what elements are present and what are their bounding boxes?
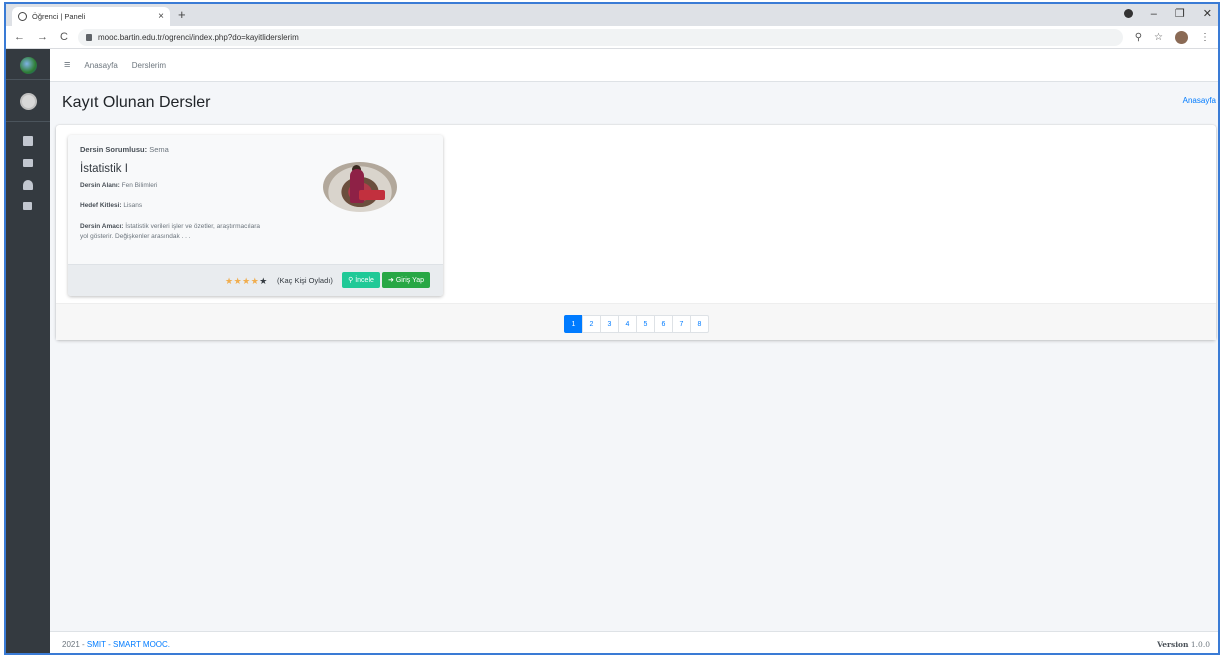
page-link-8[interactable]: 8: [690, 315, 709, 333]
record-icon[interactable]: [1123, 9, 1133, 18]
tab-bar: Öğrenci | Paneli × + – ❐ ✕: [6, 4, 1218, 26]
minimize-icon[interactable]: –: [1151, 8, 1157, 20]
page-link-5[interactable]: 5: [636, 315, 655, 333]
course-card-footer: ★★★★★ (Kaç Kişi Oyladı) ⚲ İncele ➜ Giriş Y…: [68, 264, 443, 296]
inspect-button[interactable]: ⚲ İncele: [342, 272, 380, 288]
nav-link-courses[interactable]: Derslerim: [132, 61, 166, 70]
course-audience: Hedef Kitlesi: Lisans: [80, 202, 143, 209]
star-empty-icon: ★: [259, 276, 268, 286]
pagination: 12345678: [564, 315, 709, 333]
page-title: Kayıt Olunan Dersler: [62, 94, 211, 111]
page-link-2[interactable]: 2: [582, 315, 601, 333]
course-card: Dersin Sorumlusu: Sema İstatistik I Ders…: [68, 135, 443, 296]
main-sidebar: [6, 49, 50, 653]
version-info: Version 1.0.0: [1157, 640, 1210, 649]
users-icon[interactable]: [23, 180, 33, 190]
page-link-3[interactable]: 3: [600, 315, 619, 333]
hamburger-menu-icon[interactable]: ≡: [64, 59, 70, 71]
courses-card: Dersin Sorumlusu: Sema İstatistik I Ders…: [56, 125, 1216, 340]
tab-title: Öğrenci | Paneli: [32, 12, 86, 21]
content-header: Kayıt Olunan Dersler Anasayfa: [50, 82, 1218, 124]
lock-icon: [85, 33, 92, 41]
browser-menu-icon[interactable]: ⋮: [1200, 32, 1210, 43]
tab-close-icon[interactable]: ×: [158, 11, 164, 22]
page-link-7[interactable]: 7: [672, 315, 691, 333]
site-favicon-icon: [18, 12, 27, 21]
user-avatar[interactable]: [20, 93, 37, 110]
browser-tab[interactable]: Öğrenci | Paneli ×: [12, 7, 170, 26]
search-icon: ⚲: [348, 277, 354, 284]
course-purpose: Dersin Amacı: İstatistik verileri işler …: [80, 223, 261, 240]
back-icon[interactable]: ←: [14, 31, 25, 43]
footer-brand-link[interactable]: SMIT - SMART MOOC.: [87, 640, 170, 649]
address-bar: ← → C mooc.bartin.edu.tr/ogrenci/index.p…: [6, 26, 1218, 49]
sidebar-divider: [6, 121, 50, 122]
page-link-6[interactable]: 6: [654, 315, 673, 333]
page-link-1[interactable]: 1: [564, 315, 583, 333]
id-card-icon[interactable]: [23, 159, 33, 167]
nav-link-home[interactable]: Anasayfa: [84, 61, 117, 70]
window-controls: – ❐ ✕: [1123, 7, 1212, 20]
reload-icon[interactable]: C: [60, 31, 68, 43]
instructor-photo: [323, 162, 397, 212]
bookmark-star-icon[interactable]: ☆: [1154, 32, 1163, 43]
rating-stars: ★★★★★: [225, 276, 268, 287]
page-link-4[interactable]: 4: [618, 315, 637, 333]
top-navbar: ≡ Anasayfa Derslerim: [50, 49, 1218, 82]
copyright: 2021 - SMIT - SMART MOOC.: [62, 640, 171, 649]
url-text: mooc.bartin.edu.tr/ogrenci/index.php?do=…: [97, 32, 299, 42]
vote-count: (Kaç Kişi Oyladı): [277, 276, 333, 285]
browser-window: Öğrenci | Paneli × + – ❐ ✕ ← → C mooc.ba…: [4, 2, 1220, 655]
forward-icon[interactable]: →: [37, 31, 48, 43]
zoom-icon[interactable]: ⚲: [1135, 32, 1142, 43]
profile-avatar[interactable]: [1175, 30, 1188, 44]
url-input[interactable]: mooc.bartin.edu.tr/ogrenci/index.php?do=…: [77, 28, 1123, 46]
close-window-icon[interactable]: ✕: [1203, 7, 1212, 20]
new-tab-icon[interactable]: +: [178, 7, 186, 22]
course-field: Dersin Alanı: Fen Bilimleri: [80, 182, 158, 189]
sign-out-icon[interactable]: [23, 202, 32, 210]
breadcrumb-home-link[interactable]: Anasayfa: [1183, 96, 1216, 105]
book-icon[interactable]: [23, 136, 33, 146]
course-title: İstatistik I: [80, 163, 128, 175]
app-footer: 2021 - SMIT - SMART MOOC. Version 1.0.0: [50, 631, 1218, 653]
star-filled-icon: ★★★★: [225, 276, 260, 286]
enter-course-button[interactable]: ➜ Giriş Yap: [382, 272, 430, 288]
sign-in-icon: ➜: [387, 277, 394, 284]
course-responsible: Dersin Sorumlusu: Sema: [80, 145, 169, 154]
sidebar-divider: [6, 79, 50, 80]
restore-icon[interactable]: ❐: [1175, 7, 1185, 20]
brand-logo[interactable]: [20, 57, 37, 74]
